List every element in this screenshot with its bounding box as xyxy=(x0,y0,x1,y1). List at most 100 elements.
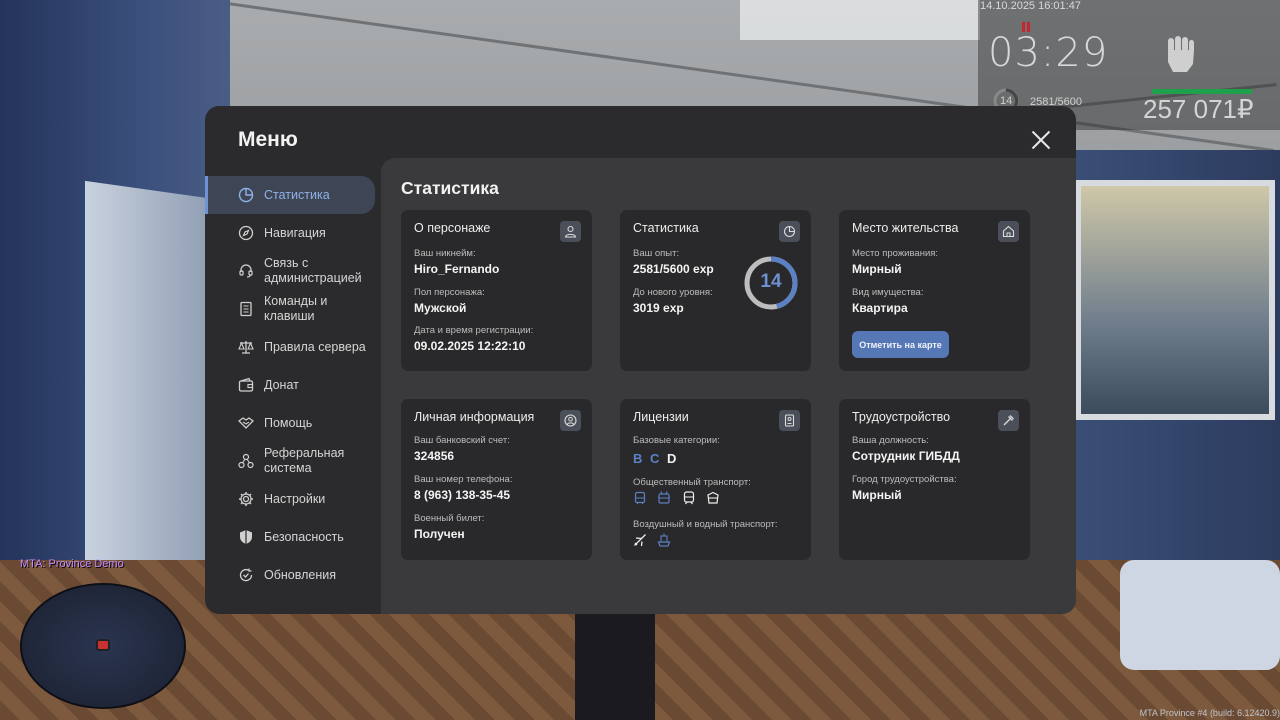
license-card-icon xyxy=(779,410,800,431)
sidebar-item-label: Обновления xyxy=(264,567,336,582)
close-button[interactable] xyxy=(1031,130,1051,150)
tram-icon xyxy=(707,491,719,504)
work-city-value: Мирный xyxy=(852,488,902,502)
ship-icon xyxy=(657,533,671,547)
airplane-icon xyxy=(634,534,646,547)
card-title: Статистика xyxy=(633,221,699,235)
category-c: C xyxy=(650,451,660,466)
sidebar-item-navigation[interactable]: Навигация xyxy=(205,214,380,252)
category-b: B xyxy=(633,451,643,466)
hud-money: 257 071₽ xyxy=(1143,94,1254,124)
work-city-label: Город трудоустройства: xyxy=(852,474,957,485)
sidebar-item-label: Донат xyxy=(264,377,299,392)
pie-chart-icon xyxy=(779,221,800,242)
card-title: Личная информация xyxy=(414,410,535,424)
position-value: Сотрудник ГИБДД xyxy=(852,449,960,463)
sidebar-item-rules[interactable]: Правила сервера xyxy=(205,328,380,366)
hud-time: 03:29 xyxy=(988,30,1109,76)
menu-window: Меню Статистика Навигация Связь с админи… xyxy=(205,106,1076,614)
military-label: Военный билет: xyxy=(414,513,485,524)
minimap xyxy=(20,583,186,709)
fist-icon xyxy=(1168,36,1194,72)
compass-icon xyxy=(238,225,254,241)
sidebar-item-statistics[interactable]: Статистика xyxy=(205,176,375,214)
gear-icon xyxy=(238,491,254,507)
position-label: Ваша должность: xyxy=(852,435,929,446)
card-title: Трудоустройство xyxy=(852,410,951,424)
next-level-label: До нового уровня: xyxy=(633,287,713,298)
bank-label: Ваш банковский счет: xyxy=(414,435,510,446)
sidebar-item-label: Реферальная система xyxy=(264,446,345,475)
sidebar-item-help[interactable]: Помощь xyxy=(205,404,380,442)
mark-on-map-button[interactable]: Отметить на карте xyxy=(852,331,949,358)
card-residence: Место жительства Место проживания: Мирны… xyxy=(839,210,1030,371)
military-value: Получен xyxy=(414,527,465,541)
sidebar-item-admin-contact[interactable]: Связь с администрацией xyxy=(205,252,380,290)
sidebar-item-commands[interactable]: Команды и клавиши xyxy=(205,290,380,328)
card-personal-info: Личная информация Ваш банковский счет: 3… xyxy=(401,399,592,560)
public-transport-label: Общественный транспорт: xyxy=(633,477,751,488)
phone-label: Ваш номер телефона: xyxy=(414,474,513,485)
base-categories-label: Базовые категории: xyxy=(633,435,720,446)
gender-value: Мужской xyxy=(414,301,467,315)
sidebar: Статистика Навигация Связь с администрац… xyxy=(205,176,380,594)
level-value: 14 xyxy=(760,271,782,292)
user-circle-icon xyxy=(560,410,581,431)
registration-value: 09.02.2025 12:22:10 xyxy=(414,339,526,353)
sidebar-item-label: Навигация xyxy=(264,225,326,240)
server-name: MTA: Province Demo xyxy=(20,558,124,570)
sidebar-item-settings[interactable]: Настройки xyxy=(205,480,380,518)
pie-chart-icon xyxy=(238,187,254,203)
bank-value: 324856 xyxy=(414,449,455,463)
wallet-icon xyxy=(238,377,254,393)
door xyxy=(85,180,215,620)
place-value: Мирный xyxy=(852,262,902,276)
sidebar-item-label: Правила сервера xyxy=(264,339,366,354)
headset-icon xyxy=(238,263,254,279)
card-employment: Трудоустройство Ваша должность: Сотрудни… xyxy=(839,399,1030,560)
network-icon xyxy=(238,453,254,469)
ship-painting xyxy=(1075,180,1275,420)
category-d: D xyxy=(667,451,677,466)
bus-icon xyxy=(634,491,646,504)
sidebar-item-label: Безопасность xyxy=(264,529,344,544)
sidebar-item-label: Статистика xyxy=(264,187,330,202)
card-title: Лицензии xyxy=(633,410,689,424)
sidebar-item-referral[interactable]: Реферальная система xyxy=(205,442,380,480)
hammer-icon xyxy=(998,410,1019,431)
refresh-check-icon xyxy=(238,567,254,583)
sidebar-item-label: Связь с администрацией xyxy=(264,256,362,285)
sidebar-item-label: Команды и клавиши xyxy=(264,294,328,323)
sidebar-item-updates[interactable]: Обновления xyxy=(205,556,380,594)
property-label: Вид имущества: xyxy=(852,287,924,298)
place-label: Место проживания: xyxy=(852,248,939,259)
card-character: О персонаже Ваш никнейм: Hiro_Fernando П… xyxy=(401,210,592,371)
card-statistics: Статистика Ваш опыт: 2581/5600 exp До но… xyxy=(620,210,811,371)
train-icon xyxy=(683,491,695,505)
handshake-icon xyxy=(238,415,254,431)
card-licenses: Лицензии Базовые категории: B C D Общест… xyxy=(620,399,811,560)
nickname-value: Hiro_Fernando xyxy=(414,262,500,276)
player-blip-icon xyxy=(96,639,110,651)
document-icon xyxy=(238,301,254,317)
house-icon xyxy=(998,221,1019,242)
shield-icon xyxy=(238,529,254,545)
sidebar-item-donate[interactable]: Донат xyxy=(205,366,380,404)
property-value: Квартира xyxy=(852,301,908,315)
next-level-value: 3019 exp xyxy=(633,301,684,315)
registration-label: Дата и время регистрации: xyxy=(414,325,534,336)
hud-datetime: 14.10.2025 16:01:47 xyxy=(980,0,1081,12)
player-legs xyxy=(575,610,655,720)
sidebar-item-security[interactable]: Безопасность xyxy=(205,518,380,556)
menu-title: Меню xyxy=(238,128,298,151)
content-panel: Статистика О персонаже Ваш никнейм: Hiro… xyxy=(381,158,1076,614)
card-title: О персонаже xyxy=(414,221,491,235)
ceiling-light xyxy=(740,0,980,40)
chair xyxy=(1120,560,1280,670)
card-title: Место жительства xyxy=(852,221,959,235)
sidebar-item-label: Настройки xyxy=(264,491,326,506)
sidebar-item-label: Помощь xyxy=(264,415,313,430)
user-icon xyxy=(560,221,581,242)
page-title: Статистика xyxy=(401,178,499,198)
trolleybus-icon xyxy=(658,491,670,504)
